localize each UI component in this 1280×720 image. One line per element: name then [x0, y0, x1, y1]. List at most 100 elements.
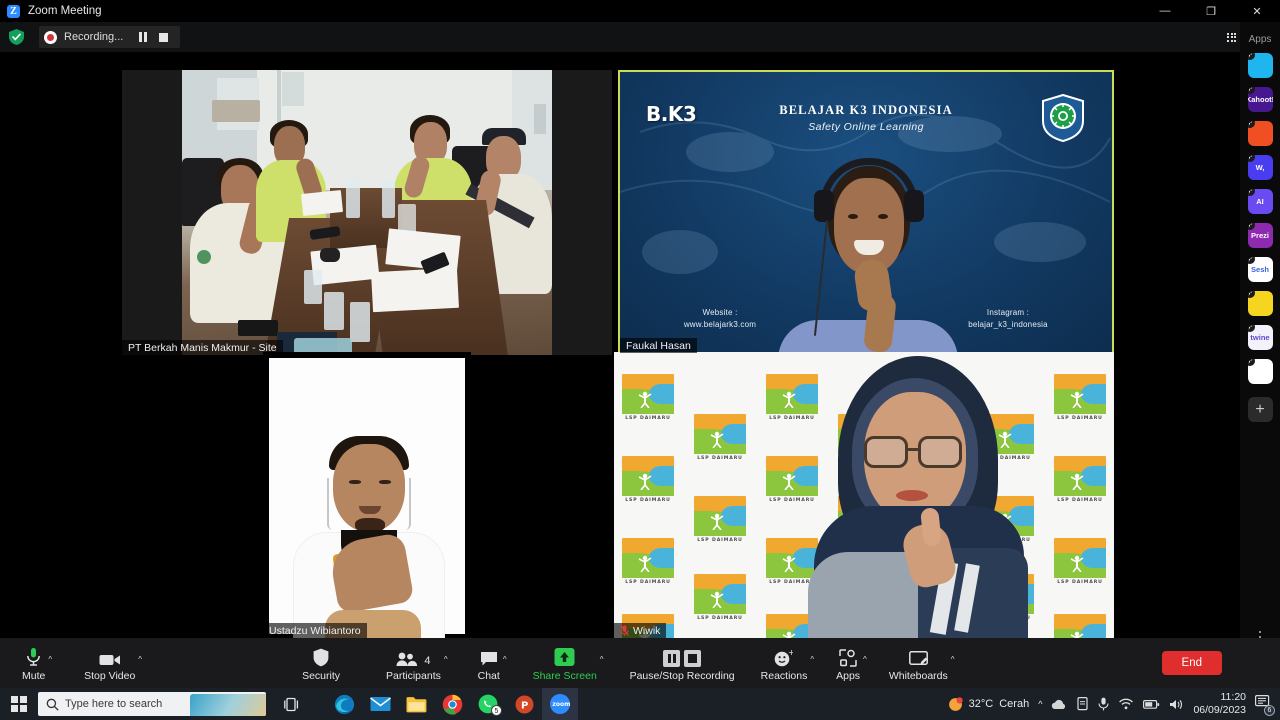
window-controls: — ❐ ✕ — [1142, 0, 1280, 22]
add-app-button[interactable]: + — [1247, 397, 1273, 422]
chat-bubble-icon — [480, 645, 498, 667]
zoom-logo-icon: Z — [7, 4, 20, 18]
microphone-tray-icon[interactable] — [1098, 697, 1109, 711]
paper-plane-app[interactable]: + — [1247, 53, 1273, 78]
participants-label: Participants — [386, 669, 441, 682]
weather-widget[interactable]: 32°C Cerah — [948, 696, 1029, 712]
ai-companion-app[interactable]: + AI — [1247, 189, 1273, 214]
lsp-daimaru-logo: LSP DAIMARU — [1054, 456, 1106, 503]
maximize-button[interactable]: ❐ — [1188, 0, 1234, 22]
apps-button[interactable]: Apps — [836, 640, 860, 686]
bk3-instagram-block: Instagram : belajar_k3_indonesia — [968, 308, 1048, 329]
battery-icon[interactable] — [1143, 699, 1160, 710]
whiteboards-label: Whiteboards — [888, 669, 948, 682]
security-button[interactable]: Security — [302, 640, 340, 686]
sesh-app[interactable]: + Sesh — [1247, 257, 1273, 282]
powerpoint-app[interactable]: P — [506, 688, 542, 720]
security-label: Security — [302, 669, 340, 682]
chat-options-caret-icon[interactable]: ^ — [503, 655, 507, 664]
puzzle-app[interactable]: + — [1247, 121, 1273, 146]
volume-icon[interactable] — [1169, 698, 1184, 711]
stop-video-button[interactable]: Stop Video — [84, 640, 135, 686]
emoji-app[interactable]: + — [1247, 291, 1273, 316]
participant-tile-meeting-room[interactable]: PT Berkah Manis Makmur - Site — [122, 70, 612, 355]
reactions-options-caret-icon[interactable]: ^ — [810, 655, 814, 664]
chrome-app[interactable] — [434, 688, 470, 720]
edge-app[interactable] — [326, 688, 362, 720]
mute-button[interactable]: Mute — [22, 640, 45, 686]
video-camera-icon — [99, 645, 121, 667]
participant-name-label: Ustadzu Wibiantoro — [263, 623, 367, 638]
stop-icon — [158, 32, 168, 42]
prezi-app[interactable]: + Prezi — [1247, 223, 1273, 248]
whiteboards-options-caret-icon[interactable]: ^ — [951, 655, 955, 664]
recording-label: Recording... — [64, 31, 124, 43]
add-app-badge-icon: + — [1247, 325, 1255, 332]
chevron-up-icon[interactable]: ^ — [1038, 699, 1042, 709]
cloud-icon[interactable] — [1051, 699, 1067, 710]
shield-check-icon[interactable] — [9, 29, 24, 45]
wooclap-app-label: W, — [1255, 162, 1265, 172]
record-dot-icon — [44, 30, 57, 44]
add-app-badge-icon: + — [1247, 53, 1255, 60]
participants-button[interactable]: 4 Participants — [386, 640, 441, 686]
onedrive-icon[interactable] — [1076, 697, 1089, 711]
close-button[interactable]: ✕ — [1234, 0, 1280, 22]
lsp-daimaru-logo: LSP DAIMARU — [766, 374, 818, 421]
participant-tile-white-bg[interactable]: Ustadzu Wibiantoro — [263, 352, 471, 638]
people-icon: 4 — [396, 645, 430, 667]
video-options-caret-icon[interactable]: ^ — [138, 655, 142, 664]
windows-start-icon[interactable] — [0, 696, 38, 712]
share-options-caret-icon[interactable]: ^ — [600, 655, 604, 664]
bk3-subtitle: Safety Online Learning — [808, 121, 924, 133]
whatsapp-app[interactable]: 5 — [470, 688, 506, 720]
participant-tile-lsp-daimaru[interactable]: LSP DAIMARU LSP DAIMARU LSP DAIMARU LSP DAI… — [614, 352, 1114, 638]
reactions-icon: + — [774, 645, 793, 667]
participant-name-label: Wiwik — [614, 623, 667, 638]
chat-button[interactable]: Chat — [478, 640, 500, 686]
reactions-button[interactable]: + Reactions — [761, 640, 808, 686]
whatsapp-badge: 5 — [491, 705, 502, 716]
file-explorer-app[interactable] — [398, 688, 434, 720]
stop-recording-button[interactable] — [155, 29, 171, 45]
pause-recording-button[interactable] — [135, 29, 151, 45]
participant-tile-active-speaker[interactable]: B.K3 BELAJAR K3 INDONESIA Safety Online … — [618, 70, 1114, 355]
lsp-speaker-figure — [808, 356, 1044, 638]
wifi-icon[interactable] — [1118, 698, 1134, 710]
notification-icon[interactable]: 6 — [1255, 695, 1275, 716]
lsp-daimaru-logo: LSP DAIMARU — [766, 456, 818, 503]
twine-app[interactable]: + twine — [1247, 325, 1273, 350]
pause-stop-recording-button[interactable]: Pause/Stop Recording — [630, 640, 735, 686]
whiteboards-button[interactable]: Whiteboards — [889, 640, 948, 686]
add-app-badge-icon: + — [1247, 189, 1255, 196]
kahoot-app[interactable]: +Kahoot! — [1247, 87, 1273, 112]
mute-options-caret-icon[interactable]: ^ — [48, 655, 52, 664]
participants-count: 4 — [424, 654, 431, 667]
participant-name-label: PT Berkah Manis Makmur - Site — [122, 340, 283, 355]
svg-text:P: P — [521, 700, 528, 711]
task-view-icon[interactable] — [274, 688, 310, 720]
pause-icon — [139, 32, 148, 42]
taskbar-clock[interactable]: 11:20 06/09/2023 — [1193, 691, 1246, 717]
wooclap-app[interactable]: + W, — [1247, 155, 1273, 180]
windows-taskbar: Type here to search 5 P zoom 32°C Cerah … — [0, 688, 1280, 720]
mosaic-app[interactable]: + — [1247, 359, 1273, 384]
share-screen-button[interactable]: Share Screen — [533, 640, 597, 686]
taskbar-search-input[interactable]: Type here to search — [38, 692, 266, 716]
zoom-app[interactable]: zoom — [542, 688, 578, 720]
apps-options-caret-icon[interactable]: ^ — [863, 655, 867, 664]
sun-icon — [948, 696, 963, 711]
participants-options-caret-icon[interactable]: ^ — [444, 655, 448, 664]
mail-app[interactable] — [362, 688, 398, 720]
apps-label: Apps — [836, 669, 861, 682]
pause-stop-recording-label: Pause/Stop Recording — [629, 669, 735, 682]
mic-muted-icon — [620, 625, 629, 636]
end-meeting-button[interactable]: End — [1161, 651, 1222, 675]
add-app-badge-icon: + — [1247, 291, 1255, 298]
lsp-daimaru-logo: LSP DAIMARU — [622, 456, 674, 503]
minimize-button[interactable]: — — [1142, 0, 1188, 22]
chat-label: Chat — [477, 669, 500, 682]
apps-sidebar-list: ++Kahoot!++W,+AI+Prezi+Sesh++twine+ — [1247, 53, 1273, 393]
lsp-daimaru-logo: LSP DAIMARU — [1054, 538, 1106, 585]
search-placeholder: Type here to search — [65, 698, 163, 710]
